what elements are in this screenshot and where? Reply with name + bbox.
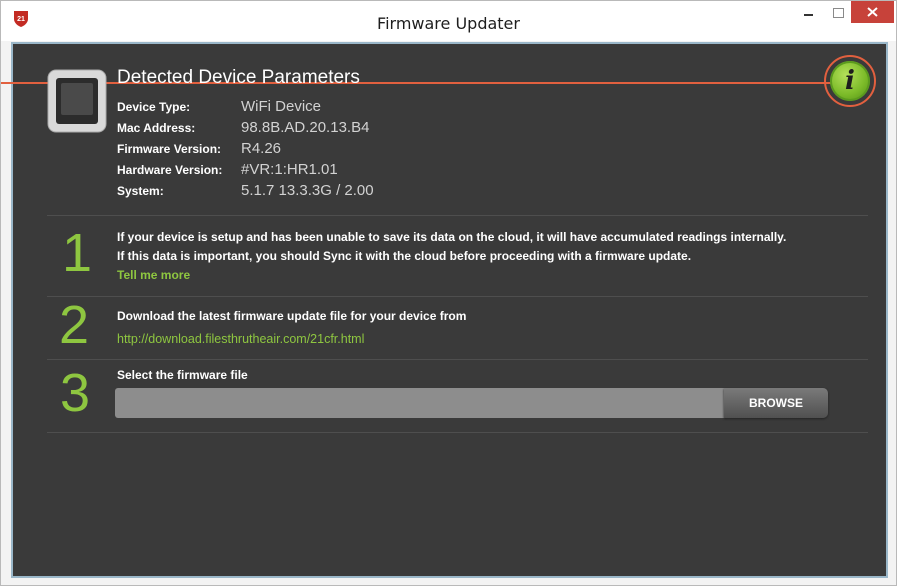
divider bbox=[47, 215, 868, 216]
minimize-icon bbox=[804, 14, 813, 16]
window-title: Firmware Updater bbox=[377, 14, 520, 33]
param-label-device-type: Device Type: bbox=[117, 100, 191, 114]
minimize-button[interactable] bbox=[794, 1, 824, 25]
divider bbox=[47, 359, 868, 360]
step-1-text-line2: If this data is important, you should Sy… bbox=[117, 249, 692, 263]
maximize-icon bbox=[832, 8, 844, 18]
close-button[interactable] bbox=[851, 1, 894, 23]
param-value-hardware-version: #VR:1:HR1.01 bbox=[241, 161, 338, 178]
section-title: Detected Device Parameters bbox=[117, 67, 360, 88]
param-label-hardware-version: Hardware Version: bbox=[117, 163, 223, 177]
step-1-text-line1: If your device is setup and has been una… bbox=[117, 230, 787, 244]
download-link[interactable]: http://download.filesthrutheair.com/21cf… bbox=[117, 332, 364, 346]
step-number-2: 2 bbox=[59, 295, 90, 355]
param-label-firmware-version: Firmware Version: bbox=[117, 142, 222, 156]
param-value-device-type: WiFi Device bbox=[241, 98, 322, 115]
param-value-mac-address: 98.8B.AD.20.13.B4 bbox=[241, 119, 370, 136]
step-number-1: 1 bbox=[62, 223, 93, 283]
maximize-button[interactable] bbox=[826, 1, 850, 25]
param-label-system: System: bbox=[117, 184, 164, 198]
firmware-file-input[interactable] bbox=[115, 388, 727, 418]
device-icon bbox=[47, 69, 107, 133]
param-label-mac-address: Mac Address: bbox=[117, 121, 196, 135]
title-bar[interactable]: 21 Firmware Updater bbox=[1, 1, 896, 41]
step-2-text: Download the latest firmware update file… bbox=[117, 309, 467, 323]
info-icon[interactable]: i bbox=[830, 61, 870, 101]
step-number-3: 3 bbox=[60, 363, 91, 423]
tell-me-more-link[interactable]: Tell me more bbox=[117, 268, 190, 282]
firmware-updater-window: 21 Firmware Updater i Detected Device Pa… bbox=[0, 0, 897, 586]
browse-button[interactable]: BROWSE bbox=[724, 388, 828, 418]
divider bbox=[47, 296, 868, 297]
divider bbox=[47, 432, 868, 433]
param-value-firmware-version: R4.26 bbox=[241, 140, 282, 157]
close-icon bbox=[867, 7, 878, 17]
step-3-text: Select the firmware file bbox=[117, 368, 248, 382]
param-value-system: 5.1.7 13.3.3G / 2.00 bbox=[241, 182, 374, 199]
